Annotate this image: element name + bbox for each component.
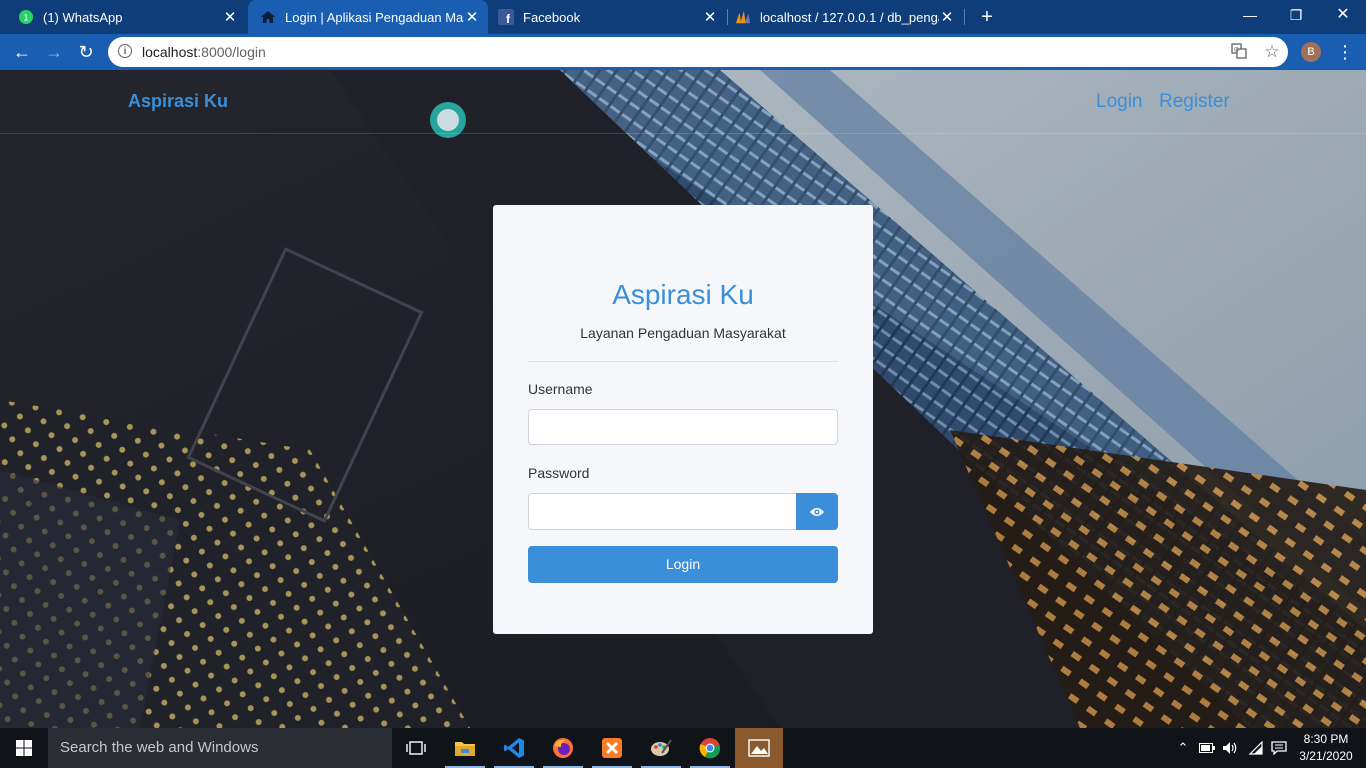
address-bar[interactable]: i localhost:8000/login G ☆: [108, 37, 1288, 67]
close-icon[interactable]: ✕: [464, 8, 480, 26]
vscode-icon[interactable]: [490, 728, 538, 768]
clock-date: 3/21/2020: [1299, 749, 1353, 763]
close-icon[interactable]: ✕: [702, 8, 718, 26]
close-icon[interactable]: ✕: [939, 8, 955, 26]
divider: [528, 361, 838, 362]
tab-title: (1) WhatsApp: [43, 9, 123, 25]
svg-text:1: 1: [23, 13, 28, 23]
phpmyadmin-icon: [735, 9, 751, 25]
browser-menu-icon[interactable]: ⋮: [1336, 40, 1354, 64]
volume-icon[interactable]: [1221, 728, 1239, 768]
password-label: Password: [528, 465, 590, 481]
window-close-button[interactable]: ✕: [1320, 0, 1366, 30]
username-field[interactable]: [528, 409, 838, 445]
chrome-icon[interactable]: [686, 728, 734, 768]
tab-title: Login | Aplikasi Pengaduan Masy: [285, 9, 464, 25]
minimize-button[interactable]: —: [1227, 0, 1273, 30]
system-clock[interactable]: 8:30 PM 3/21/2020: [1296, 731, 1356, 765]
reload-button[interactable]: ↻: [74, 40, 98, 64]
battery-icon[interactable]: [1198, 728, 1216, 768]
paint-icon[interactable]: [637, 728, 685, 768]
tab-phpmyadmin[interactable]: localhost / 127.0.0.1 / db_pengad ✕: [717, 0, 963, 34]
svg-text:G: G: [1234, 47, 1239, 53]
translate-icon[interactable]: G: [1230, 43, 1248, 61]
username-label: Username: [528, 381, 593, 397]
login-button[interactable]: Login: [528, 546, 838, 583]
firefox-icon[interactable]: [539, 728, 587, 768]
nav-register-link[interactable]: Register: [1159, 91, 1230, 113]
nav-login-link[interactable]: Login: [1096, 91, 1143, 113]
close-icon[interactable]: ✕: [222, 8, 238, 26]
show-hidden-icons-icon[interactable]: ⌃: [1174, 728, 1192, 768]
card-title: Aspirasi Ku: [612, 279, 754, 310]
info-icon[interactable]: i: [118, 44, 132, 58]
taskbar: Search the web and Windows ⌃ 8:30 PM 3/2…: [0, 728, 1366, 768]
toggle-password-button[interactable]: [796, 493, 838, 530]
page-viewport: Aspirasi Ku Login Register Aspirasi Ku L…: [0, 70, 1366, 728]
windows-icon: [16, 740, 32, 756]
browser-toolbar: ← → ↻ i localhost:8000/login G ☆ B ⋮: [0, 34, 1366, 70]
profile-avatar[interactable]: B: [1301, 42, 1321, 62]
new-tab-button[interactable]: +: [978, 6, 996, 28]
tab-login[interactable]: Login | Aplikasi Pengaduan Masy ✕: [248, 0, 488, 34]
password-field[interactable]: [528, 493, 797, 530]
back-button[interactable]: ←: [10, 40, 34, 64]
task-view-icon[interactable]: [392, 728, 440, 768]
forward-button[interactable]: →: [42, 40, 66, 64]
eye-icon: [810, 507, 824, 516]
tab-whatsapp[interactable]: 1 (1) WhatsApp ✕: [0, 0, 246, 34]
tab-separator: [964, 9, 965, 25]
whatsapp-icon: 1: [18, 9, 34, 25]
tab-title: localhost / 127.0.0.1 / db_pengad: [760, 9, 939, 25]
clock-time: 8:30 PM: [1303, 732, 1349, 746]
start-button[interactable]: [0, 728, 48, 768]
photos-icon[interactable]: [735, 728, 783, 768]
tab-title: Facebook: [523, 9, 581, 25]
wifi-icon[interactable]: [1246, 728, 1266, 768]
login-card: Aspirasi Ku Layanan Pengaduan Masyarakat…: [493, 205, 873, 634]
file-explorer-icon[interactable]: [441, 728, 489, 768]
taskbar-search[interactable]: Search the web and Windows: [48, 728, 392, 768]
card-subtitle: Layanan Pengaduan Masyarakat: [580, 325, 786, 341]
home-icon: [260, 9, 276, 25]
facebook-icon: f: [498, 9, 514, 25]
notification-icon[interactable]: [1270, 728, 1288, 768]
site-navbar: Aspirasi Ku Login Register: [0, 70, 1366, 134]
tab-facebook[interactable]: f Facebook ✕: [480, 0, 726, 34]
browser-tab-strip: 1 (1) WhatsApp ✕ Login | Aplikasi Pengad…: [0, 0, 1366, 34]
brand-logo[interactable]: Aspirasi Ku: [128, 91, 228, 112]
restore-button[interactable]: ❐: [1273, 0, 1319, 30]
xampp-icon[interactable]: [588, 728, 636, 768]
url-text: localhost:8000/login: [142, 44, 266, 60]
bookmark-star-icon[interactable]: ☆: [1263, 43, 1281, 61]
